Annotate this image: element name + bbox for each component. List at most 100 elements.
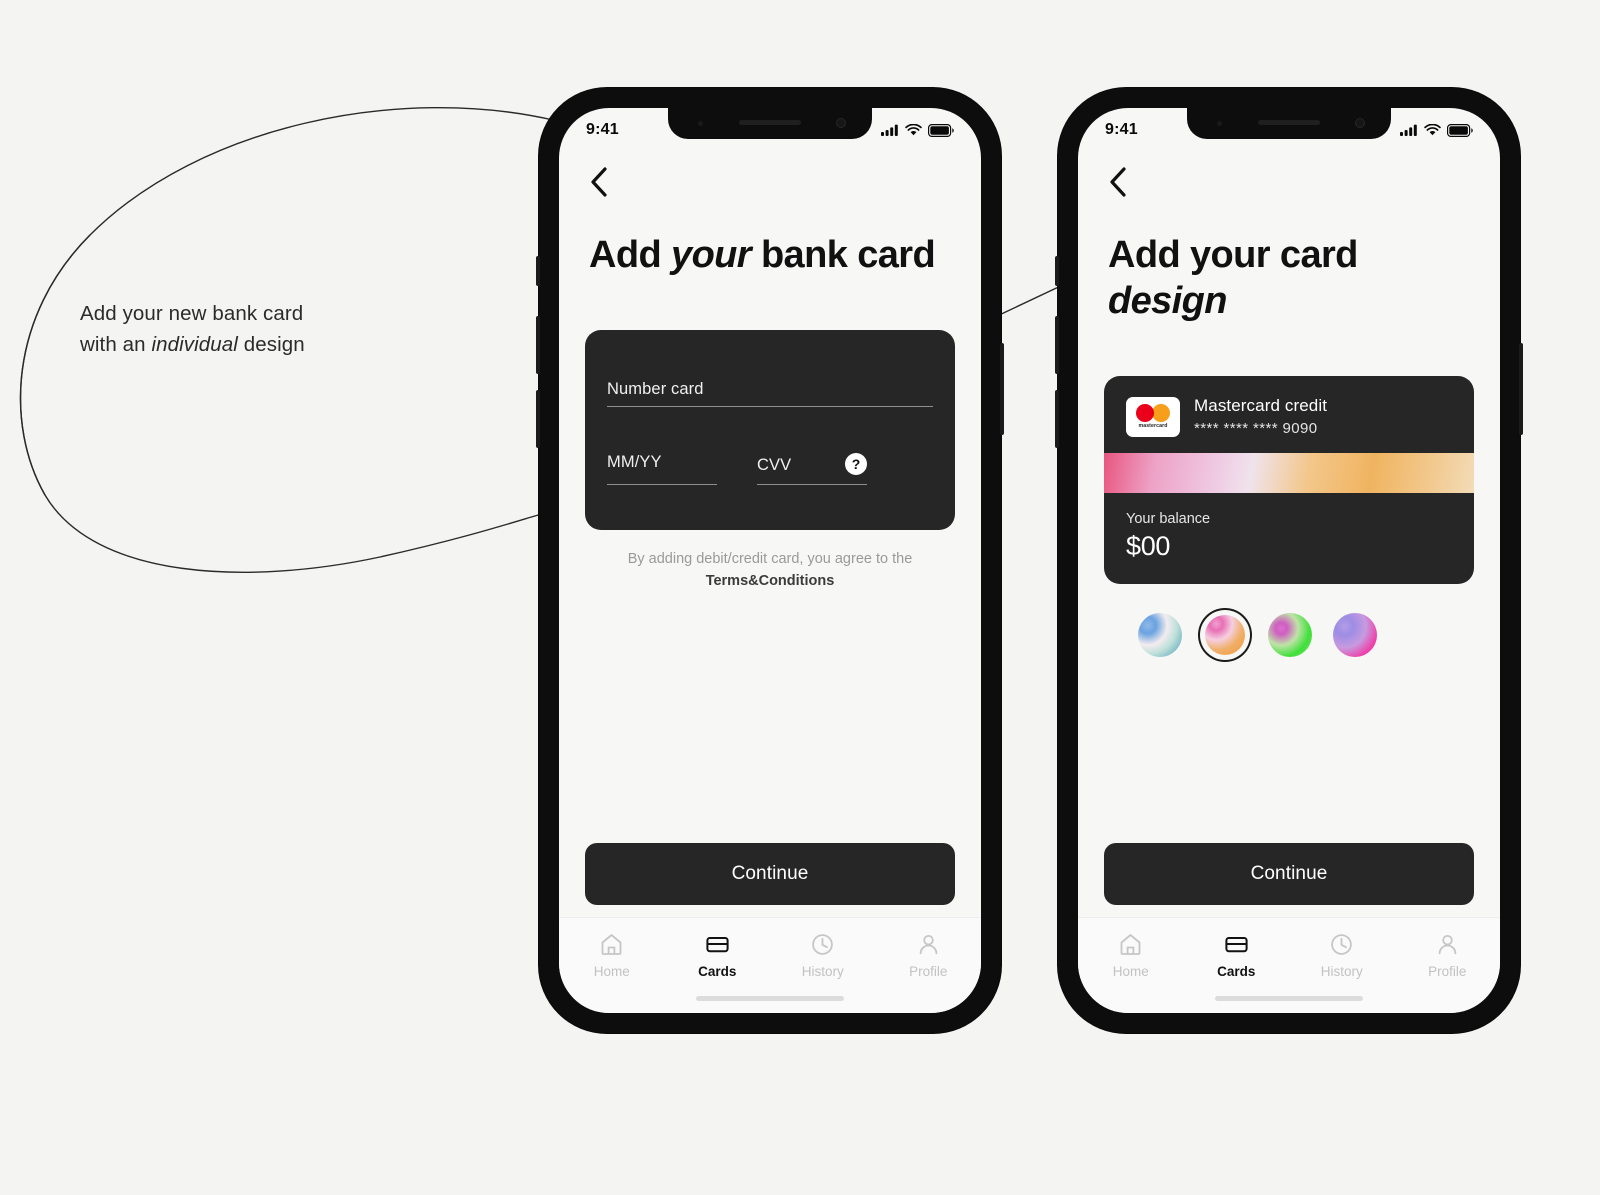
sensor-dot-icon [698,121,703,126]
annotation-line-2-post: design [237,333,305,356]
home-icon [601,934,622,955]
clock-icon [812,934,834,955]
battery-icon [928,123,954,137]
back-button-1[interactable] [559,152,981,198]
person-icon [919,934,938,955]
back-button-2[interactable] [1078,152,1500,198]
status-icons [1400,123,1473,137]
tab-bar-2: Home Cards History Profile [1078,917,1500,1013]
canvas: Add your new bank card with an individua… [0,0,1600,1195]
notch [1187,108,1391,139]
tab-bar-1: Home Cards History Profile [559,917,981,1013]
annotation-line-2-emphasis: individual [151,333,238,356]
wifi-icon [905,124,922,136]
swatch-gradient [1333,613,1377,657]
annotation-line-1: Add your new bank card [80,302,304,325]
design-swatch-1[interactable] [1135,610,1185,660]
cvv-placeholder: CVV [757,455,792,474]
terms-disclaimer: By adding debit/credit card, you agree t… [585,548,955,592]
tab-home-label: Home [1112,964,1149,979]
tab-profile[interactable]: Profile [1395,932,1501,979]
front-camera-icon [1355,118,1365,128]
card-number-masked: **** **** **** 9090 [1194,420,1318,437]
power-button[interactable] [1519,343,1523,435]
tab-history[interactable]: History [1289,932,1395,979]
home-icon [1120,934,1141,955]
card-number-placeholder: Number card [607,380,704,398]
card-icon [1225,937,1248,953]
tab-cards[interactable]: Cards [665,932,771,979]
card-number-input[interactable]: Number card [607,380,933,407]
annotation-line-2-pre: with an [80,333,152,356]
sensor-dot-icon [1217,121,1222,126]
signal-bars-icon [881,124,898,136]
terms-link[interactable]: Terms&Conditions [706,573,835,589]
balance-amount: $00 [1126,531,1171,561]
title-pre: Add [589,234,672,276]
front-camera-icon [836,118,846,128]
card-preview-header: mastercard Mastercard credit **** **** *… [1104,376,1474,453]
title-emphasis: design [1108,280,1227,322]
page-title-1: Add your bank card [559,198,981,278]
power-button[interactable] [1000,343,1004,435]
card-brand-name: Mastercard credit [1194,396,1328,415]
status-icons [881,123,954,137]
tab-history[interactable]: History [770,932,876,979]
phone-screen-1: 9:41 Add your bank card Number card MM/Y… [559,108,981,1013]
terms-text: By adding debit/credit card, you agree t… [627,551,913,567]
earpiece-speaker-icon [1258,120,1320,125]
swatch-gradient [1138,613,1182,657]
tab-history-label: History [801,964,844,979]
card-entry-form: Number card MM/YY CVV ? [585,330,955,530]
card-preview-meta: Mastercard credit **** **** **** 9090 [1194,396,1327,437]
continue-button-2[interactable]: Continue [1104,843,1474,905]
design-swatch-2[interactable] [1200,610,1250,660]
card-design-stripe [1104,453,1474,493]
silent-switch[interactable] [536,256,540,286]
volume-up-button[interactable] [536,316,540,374]
status-time: 9:41 [1105,121,1138,138]
design-swatch-3[interactable] [1265,610,1315,660]
cvv-input[interactable]: CVV ? [757,453,867,485]
tab-home-label: Home [593,964,630,979]
balance-label: Your balance [1126,511,1211,527]
mastercard-circles-icon [1136,404,1170,422]
card-preview: mastercard Mastercard credit **** **** *… [1104,376,1474,584]
tab-cards[interactable]: Cards [1184,932,1290,979]
tab-home[interactable]: Home [559,932,665,979]
continue-button-1[interactable]: Continue [585,843,955,905]
expiry-input[interactable]: MM/YY [607,453,717,485]
phone-bezel-1: 9:41 Add your bank card Number card MM/Y… [552,101,988,1020]
title-pre: Add your card [1108,234,1358,276]
card-icon [706,937,729,953]
swatch-gradient [1268,613,1312,657]
tab-profile[interactable]: Profile [876,932,982,979]
expiry-placeholder: MM/YY [607,453,662,471]
volume-down-button[interactable] [1055,390,1059,448]
tab-home[interactable]: Home [1078,932,1184,979]
tab-cards-label: Cards [698,964,737,979]
chevron-left-icon [591,167,607,197]
wifi-icon [1424,124,1441,136]
help-question-icon[interactable]: ? [845,453,867,475]
card-balance-block: Your balance $00 [1104,493,1474,584]
design-swatch-4[interactable] [1330,610,1380,660]
home-indicator[interactable] [696,996,844,1001]
tab-history-label: History [1320,964,1363,979]
title-post: bank card [750,234,936,276]
page-title-2: Add your card design [1078,198,1500,324]
home-indicator[interactable] [1215,996,1363,1001]
phone-screen-2: 9:41 Add your card design mastercard Mas… [1078,108,1500,1013]
person-icon [1438,934,1457,955]
clock-icon [1331,934,1353,955]
volume-down-button[interactable] [536,390,540,448]
phone-device-1: 9:41 Add your bank card Number card MM/Y… [536,88,1004,1033]
chevron-left-icon [1110,167,1126,197]
signal-bars-icon [1400,124,1417,136]
silent-switch[interactable] [1055,256,1059,286]
annotation-text: Add your new bank card with an individua… [80,298,420,360]
notch [668,108,872,139]
volume-up-button[interactable] [1055,316,1059,374]
battery-icon [1447,123,1473,137]
swatch-gradient [1205,615,1245,655]
